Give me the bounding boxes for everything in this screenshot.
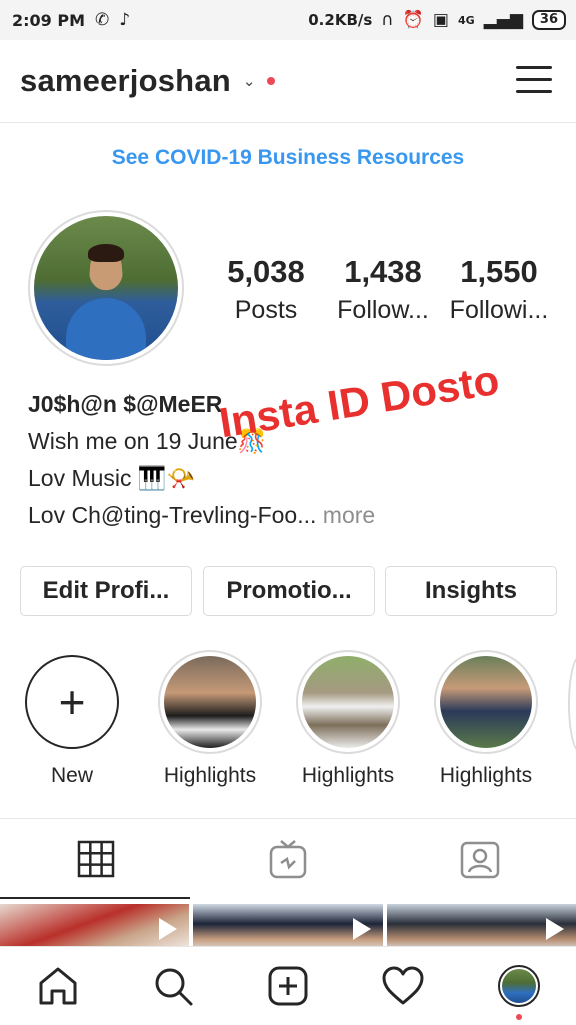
profile-avatar[interactable] [28,210,184,366]
highlight-item-partial[interactable] [568,655,576,753]
menu-icon[interactable] [516,66,552,94]
bio-more-link[interactable]: more [323,502,375,528]
posts-count: 5,038 [227,254,305,289]
posts-stat[interactable]: 5,038 Posts [218,254,314,325]
highlight-label: New [50,764,93,787]
posts-label: Posts [234,296,298,324]
post-thumbnail[interactable] [193,904,383,948]
chevron-down-icon[interactable]: ⌄ [243,72,256,90]
home-icon [39,967,76,1005]
active-tab-indicator [0,897,190,899]
nav-search[interactable] [115,947,230,1025]
nav-activity[interactable] [345,947,460,1025]
profile-avatar-icon [497,965,540,1007]
heart-icon [382,966,423,1005]
bottom-navigation [0,946,576,1025]
following-stat[interactable]: 1,550 Followi... [444,254,554,325]
post-thumbnail[interactable] [386,904,576,948]
posts-grid [0,904,576,948]
grid-icon [77,840,115,878]
tiktok-icon: ♪ [119,10,131,30]
plus-icon: + [58,676,86,728]
highlight-cover [164,656,256,748]
highlight-cover [302,656,394,748]
tab-grid[interactable] [0,819,192,899]
avatar-image [34,216,178,360]
highlight-label: Highlights [439,764,533,787]
followers-count: 1,438 [344,254,422,289]
followers-stat[interactable]: 1,438 Follow... [330,254,436,325]
video-icon [352,918,371,940]
video-icon [545,918,564,940]
new-highlight-button[interactable]: + New [18,650,126,788]
bio-line: Lov Ch@ting-Trevling-Foo... [28,502,317,528]
battery-indicator: 36 [531,10,566,30]
insights-button[interactable]: Insights [385,566,557,616]
signal-icon: ▂▄▆ [483,10,523,30]
video-icon [159,918,178,940]
tab-igtv[interactable] [192,819,384,899]
search-icon [155,968,192,1006]
highlight-item[interactable]: Highlights [294,650,402,788]
following-count: 1,550 [460,254,538,289]
bio-line: Lov Music 🎹📯 [28,465,196,491]
profile-header: sameerjoshan ⌄ [0,40,576,123]
following-label: Followi... [449,296,549,324]
highlight-item[interactable]: Highlights [156,650,264,788]
nav-add-post[interactable] [230,947,345,1025]
profile-tabs [0,818,576,899]
notification-dot [516,1014,522,1020]
promotions-button[interactable]: Promotio... [203,566,375,616]
tab-tagged[interactable] [384,819,576,899]
highlight-label: Highlights [301,764,395,787]
post-thumbnail[interactable] [0,904,190,948]
tagged-icon [460,841,500,879]
add-post-icon [268,966,307,1006]
highlight-cover [440,656,532,748]
whatsapp-icon: ✆ [95,10,110,30]
alarm-icon: ⏰ [402,10,424,30]
username-switcher[interactable]: sameerjoshan [20,63,231,99]
status-time: 2:09 PM [12,10,86,30]
igtv-icon [269,840,307,879]
status-bar: 2:09 PM ✆ ♪ 0.2KB/s ∩ ⏰ ▣ 4G ▂▄▆ 36 [0,0,576,40]
covid-resources-link[interactable]: See COVID-19 Business Resources [0,146,576,170]
network-type: 4G [457,13,475,27]
nav-home[interactable] [0,947,115,1025]
highlight-item[interactable]: Highlights [432,650,540,788]
network-speed: 0.2KB/s [308,11,373,29]
edit-profile-button[interactable]: Edit Profi... [20,566,192,616]
notification-dot [267,77,276,85]
followers-label: Follow... [337,296,429,324]
highlight-label: Highlights [163,764,257,787]
sim-icon: ▣ [432,10,449,30]
headphones-icon: ∩ [381,10,394,30]
